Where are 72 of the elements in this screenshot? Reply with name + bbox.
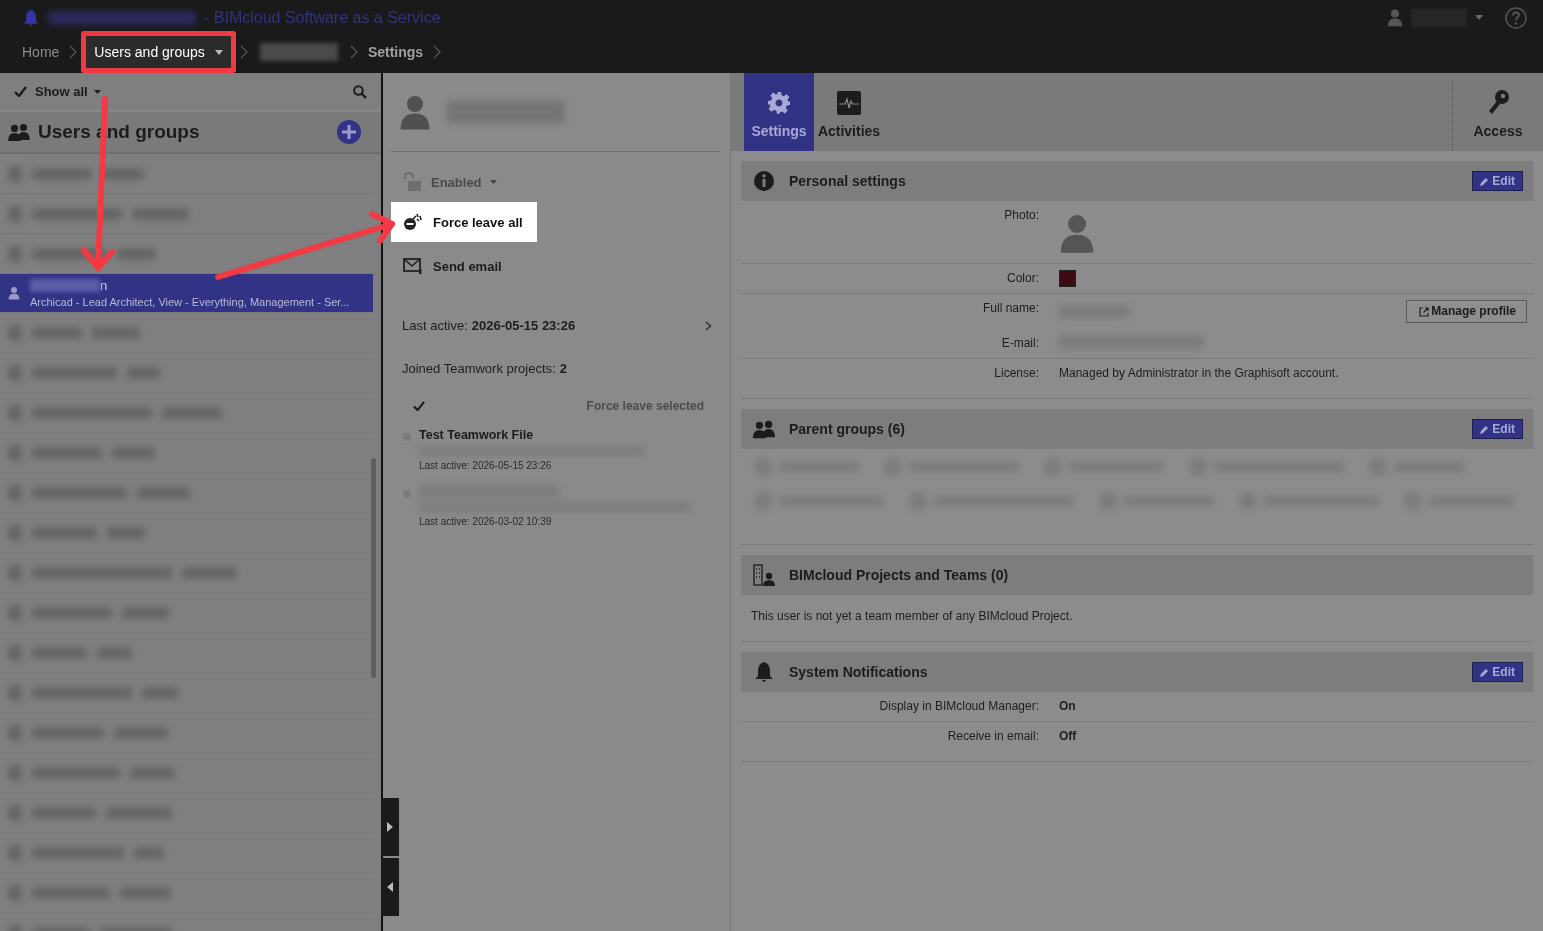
caret-icon — [214, 49, 223, 55]
caret-icon — [93, 89, 101, 94]
building-user-icon — [753, 564, 775, 586]
search-icon[interactable] — [353, 84, 367, 99]
settings-icon — [767, 91, 791, 115]
section-title: Personal settings — [789, 173, 907, 189]
project-last-active: Last active: 2026-05-15 23:26 — [419, 460, 553, 471]
send-email-button[interactable]: Send email — [391, 246, 516, 286]
field-label: License: — [993, 365, 1040, 382]
field-label: E-mail: — [1000, 335, 1040, 352]
field-label: Photo: — [1003, 207, 1040, 224]
joined-projects-text: Joined Teamwork projects: 2 — [402, 361, 568, 376]
chevron-icon[interactable] — [705, 320, 712, 331]
user-icon — [1387, 8, 1403, 27]
pencil-icon — [1480, 424, 1490, 434]
edit-button[interactable]: Edit — [1472, 419, 1523, 439]
bell-icon[interactable] — [22, 7, 40, 28]
project-last-active: Last active: 2026-03-02 10:39 — [419, 516, 553, 527]
edit-button[interactable]: Edit — [1472, 171, 1523, 191]
lock-icon — [403, 172, 423, 192]
chevron-icon — [69, 45, 78, 59]
section-title: Parent groups (6) — [789, 421, 906, 437]
chevron-icon — [349, 45, 358, 59]
add-icon[interactable] — [337, 120, 361, 144]
bomb-icon — [403, 213, 423, 231]
force-leave-button[interactable]: Force leave all — [391, 202, 537, 242]
status-dropdown[interactable]: Enabled — [403, 172, 720, 192]
expand-handle[interactable] — [381, 798, 399, 856]
tab[interactable]: Settings — [744, 73, 814, 151]
field-value: On — [1059, 698, 1077, 715]
section-title: System Notifications — [789, 664, 929, 680]
pencil-icon — [1480, 667, 1490, 677]
last-active-text: Last active: 2026-05-15 23:26 — [402, 318, 576, 333]
help-icon[interactable] — [1505, 6, 1527, 29]
field-label: Display in BIMcloud Manager: — [878, 698, 1040, 715]
user-list-item[interactable]: n Archicad - Lead Architect, View - Everything, Management - Ser... — [0, 274, 373, 313]
window-title: - BIMcloud Software as a Service — [204, 8, 441, 27]
access-tab[interactable]: Access — [1452, 81, 1543, 151]
manage-profile-button[interactable]: Manage profile — [1406, 300, 1527, 323]
project-name: Test Teamwork File — [419, 428, 535, 442]
avatar-icon — [399, 93, 431, 131]
bell-icon — [753, 661, 775, 683]
breadcrumb-dropdown[interactable]: Users and groups — [86, 36, 231, 68]
caret-icon — [489, 180, 497, 184]
caret-icon[interactable] — [1475, 15, 1483, 20]
field-label: Full name: — [981, 300, 1040, 317]
collapse-handle[interactable] — [381, 858, 399, 916]
section-title: BIMcloud Projects and Teams (0) — [789, 567, 1010, 583]
check-icon — [14, 86, 27, 97]
pencil-icon — [1480, 176, 1490, 186]
key-icon — [1486, 89, 1510, 115]
activity-monitor-icon — [837, 91, 861, 115]
external-link-icon — [1419, 306, 1430, 317]
users-icon — [753, 418, 775, 440]
users-icon — [8, 123, 30, 141]
field-label: Receive in email: — [946, 728, 1040, 745]
field-value: Managed by Administrator in the Graphisoft account. — [1059, 365, 1340, 382]
envelope-icon — [403, 257, 423, 275]
breadcrumb-current[interactable]: Settings — [361, 44, 430, 60]
filter-dropdown[interactable]: Show all — [35, 84, 101, 99]
chevron-icon — [239, 45, 248, 59]
tab[interactable]: Activities — [814, 73, 884, 151]
chevron-icon — [433, 45, 442, 59]
edit-button[interactable]: Edit — [1472, 662, 1523, 682]
info-icon — [753, 170, 775, 192]
field-label: Color: — [1006, 270, 1040, 287]
user-icon — [8, 286, 20, 300]
check-icon[interactable] — [413, 401, 425, 411]
scrollbar[interactable] — [371, 458, 376, 678]
field-value: Off — [1059, 728, 1078, 745]
empty-message: This user is not yet a team member of any BIMcloud Project. — [750, 608, 1074, 625]
breadcrumb-link[interactable]: Home — [16, 44, 66, 60]
